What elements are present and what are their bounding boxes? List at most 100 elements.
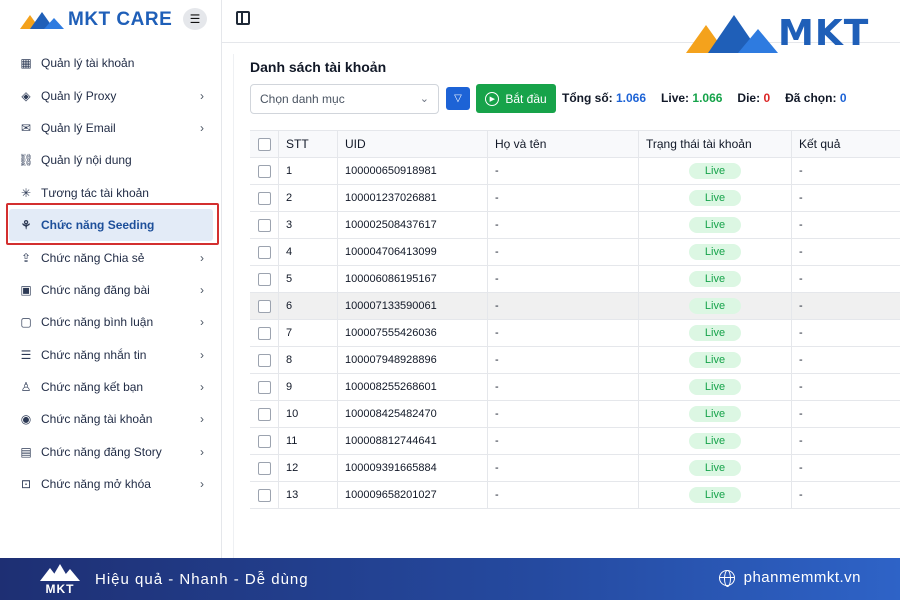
row-checkbox-cell [250, 374, 279, 400]
chevron-right-icon: › [200, 120, 204, 135]
row-checkbox-cell [250, 266, 279, 292]
table-row[interactable]: 4 100004706413099- Live - [250, 239, 900, 266]
start-button[interactable]: ▶ Bắt đầu [476, 84, 556, 113]
sidebar-item[interactable]: ◉ Chức năng tài khoản › [0, 403, 222, 435]
mail-icon: ✉ [20, 120, 32, 135]
cell-result: - [799, 300, 803, 312]
sidebar-item[interactable]: ▢ Chức năng bình luận › [0, 306, 222, 338]
row-checkbox[interactable] [258, 434, 271, 448]
sidebar-item[interactable]: ⛓ Quản lý nội dung [0, 144, 222, 176]
column-header-name[interactable]: Họ và tên [488, 131, 639, 157]
table-row[interactable]: 5 100006086195167- Live - [250, 266, 900, 293]
column-header-stt[interactable]: STT [279, 131, 338, 157]
row-checkbox[interactable] [258, 353, 271, 367]
cell-name: - [488, 347, 639, 373]
row-checkbox[interactable] [258, 461, 271, 475]
footer-website[interactable]: phanmemmkt.vn [718, 569, 861, 587]
sidebar-item[interactable]: ▤ Chức năng đăng Story › [0, 436, 222, 468]
table-row[interactable]: 11 100008812744641- Live - [250, 428, 900, 455]
row-checkbox[interactable] [258, 218, 271, 232]
accounts-table: STT UID Họ và tên Trạng thái tài khoản K… [250, 130, 900, 509]
column-header-status[interactable]: Trạng thái tài khoản [639, 131, 792, 157]
sidebar-item[interactable]: ♙ Chức năng kết bạn › [0, 371, 222, 403]
row-checkbox-cell [250, 239, 279, 265]
chevron-right-icon: › [200, 477, 204, 492]
row-checkbox[interactable] [258, 407, 271, 421]
chevron-right-icon: › [200, 282, 204, 297]
row-checkbox[interactable] [258, 488, 271, 502]
cell-name: - [488, 239, 639, 265]
story-icon: ▤ [20, 444, 32, 459]
row-checkbox[interactable] [258, 191, 271, 205]
table-row[interactable]: 10 100008425482470- Live - [250, 401, 900, 428]
category-select-value: Chọn danh mục [260, 92, 345, 106]
row-checkbox[interactable] [258, 380, 271, 394]
live-label: Live: [661, 91, 690, 105]
row-checkbox[interactable] [258, 272, 271, 286]
cell-result: - [799, 192, 803, 204]
row-checkbox-cell [250, 455, 279, 481]
cell-uid: 100001237026881 [338, 185, 488, 211]
footer-banner: MKT Hiệu quả - Nhanh - Dễ dùng phanmemmk… [0, 558, 900, 600]
sparkle-icon: ✳ [20, 185, 32, 200]
table-row[interactable]: 1 100000650918981- Live - [250, 158, 900, 185]
row-checkbox[interactable] [258, 164, 271, 178]
row-checkbox[interactable] [258, 326, 271, 340]
layout-toggle-icon[interactable] [236, 11, 250, 25]
die-value: 0 [763, 91, 771, 105]
column-header-uid[interactable]: UID [338, 131, 488, 157]
filter-button[interactable]: ▽ [446, 87, 470, 110]
table-header-row: STT UID Họ và tên Trạng thái tài khoản K… [250, 131, 900, 158]
cell-stt: 10 [279, 401, 338, 427]
status-badge: Live [689, 217, 741, 233]
cell-result: - [799, 489, 803, 501]
chevron-right-icon: › [200, 250, 204, 265]
cell-uid: 100008255268601 [338, 374, 488, 400]
sidebar-item[interactable]: ▦ Quản lý tài khoản [0, 47, 222, 79]
cell-status: Live [639, 455, 792, 481]
table-row[interactable]: 12 100009391665884- Live - [250, 455, 900, 482]
cell-status: Live [639, 482, 792, 508]
cell-result: - [799, 381, 803, 393]
cell-name: - [488, 158, 639, 184]
row-checkbox-cell [250, 482, 279, 508]
row-checkbox-cell [250, 185, 279, 211]
sidebar-item[interactable]: ◈ Quản lý Proxy › [0, 79, 222, 111]
row-checkbox[interactable] [258, 245, 271, 259]
sidebar-item[interactable]: ✉ Quản lý Email › [0, 112, 222, 144]
category-select[interactable]: Chọn danh mục ⌄ [250, 84, 439, 114]
status-badge: Live [689, 352, 741, 368]
table-row[interactable]: 9 100008255268601- Live - [250, 374, 900, 401]
table-row[interactable]: 13 100009658201027- Live - [250, 482, 900, 509]
status-badge: Live [689, 379, 741, 395]
sidebar-item[interactable]: ⊡ Chức năng mở khóa › [0, 468, 222, 500]
sidebar-item[interactable]: ☰ Chức năng nhắn tin › [0, 339, 222, 371]
sidebar-item-label: Tương tác tài khoản [41, 185, 149, 200]
cell-name: - [488, 401, 639, 427]
layers-icon: ◈ [21, 88, 31, 103]
table-row[interactable]: 6 100007133590061- Live - [250, 293, 900, 320]
cell-stt: 12 [279, 455, 338, 481]
status-badge: Live [689, 406, 741, 422]
sidebar-item[interactable]: ⇪ Chức năng Chia sẻ › [0, 241, 222, 273]
column-header-result[interactable]: Kết quả [792, 131, 900, 157]
sidebar-item[interactable]: ▣ Chức năng đăng bài › [0, 274, 222, 306]
table-row[interactable]: 2 100001237026881- Live - [250, 185, 900, 212]
cell-stt: 11 [279, 428, 338, 454]
status-badge: Live [689, 163, 741, 179]
cell-name: - [488, 455, 639, 481]
sidebar-item-label: Chức năng bình luận [41, 315, 154, 330]
comment-icon: ▢ [20, 315, 32, 330]
menu-toggle-button[interactable]: ☰ [183, 8, 207, 30]
table-row[interactable]: 7 100007555426036- Live - [250, 320, 900, 347]
table-row[interactable]: 3 100002508437617- Live - [250, 212, 900, 239]
row-checkbox[interactable] [258, 299, 271, 313]
select-all-checkbox[interactable] [258, 137, 271, 151]
user-circle-icon: ◉ [20, 412, 32, 427]
cell-stt: 1 [279, 158, 338, 184]
status-badge: Live [689, 325, 741, 341]
cell-uid: 100007948928896 [338, 347, 488, 373]
table-row[interactable]: 8 100007948928896- Live - [250, 347, 900, 374]
stats-bar: Tổng số: 1.066 Live: 1.066 Die: 0 Đã chọ… [562, 91, 847, 105]
cell-stt: 13 [279, 482, 338, 508]
